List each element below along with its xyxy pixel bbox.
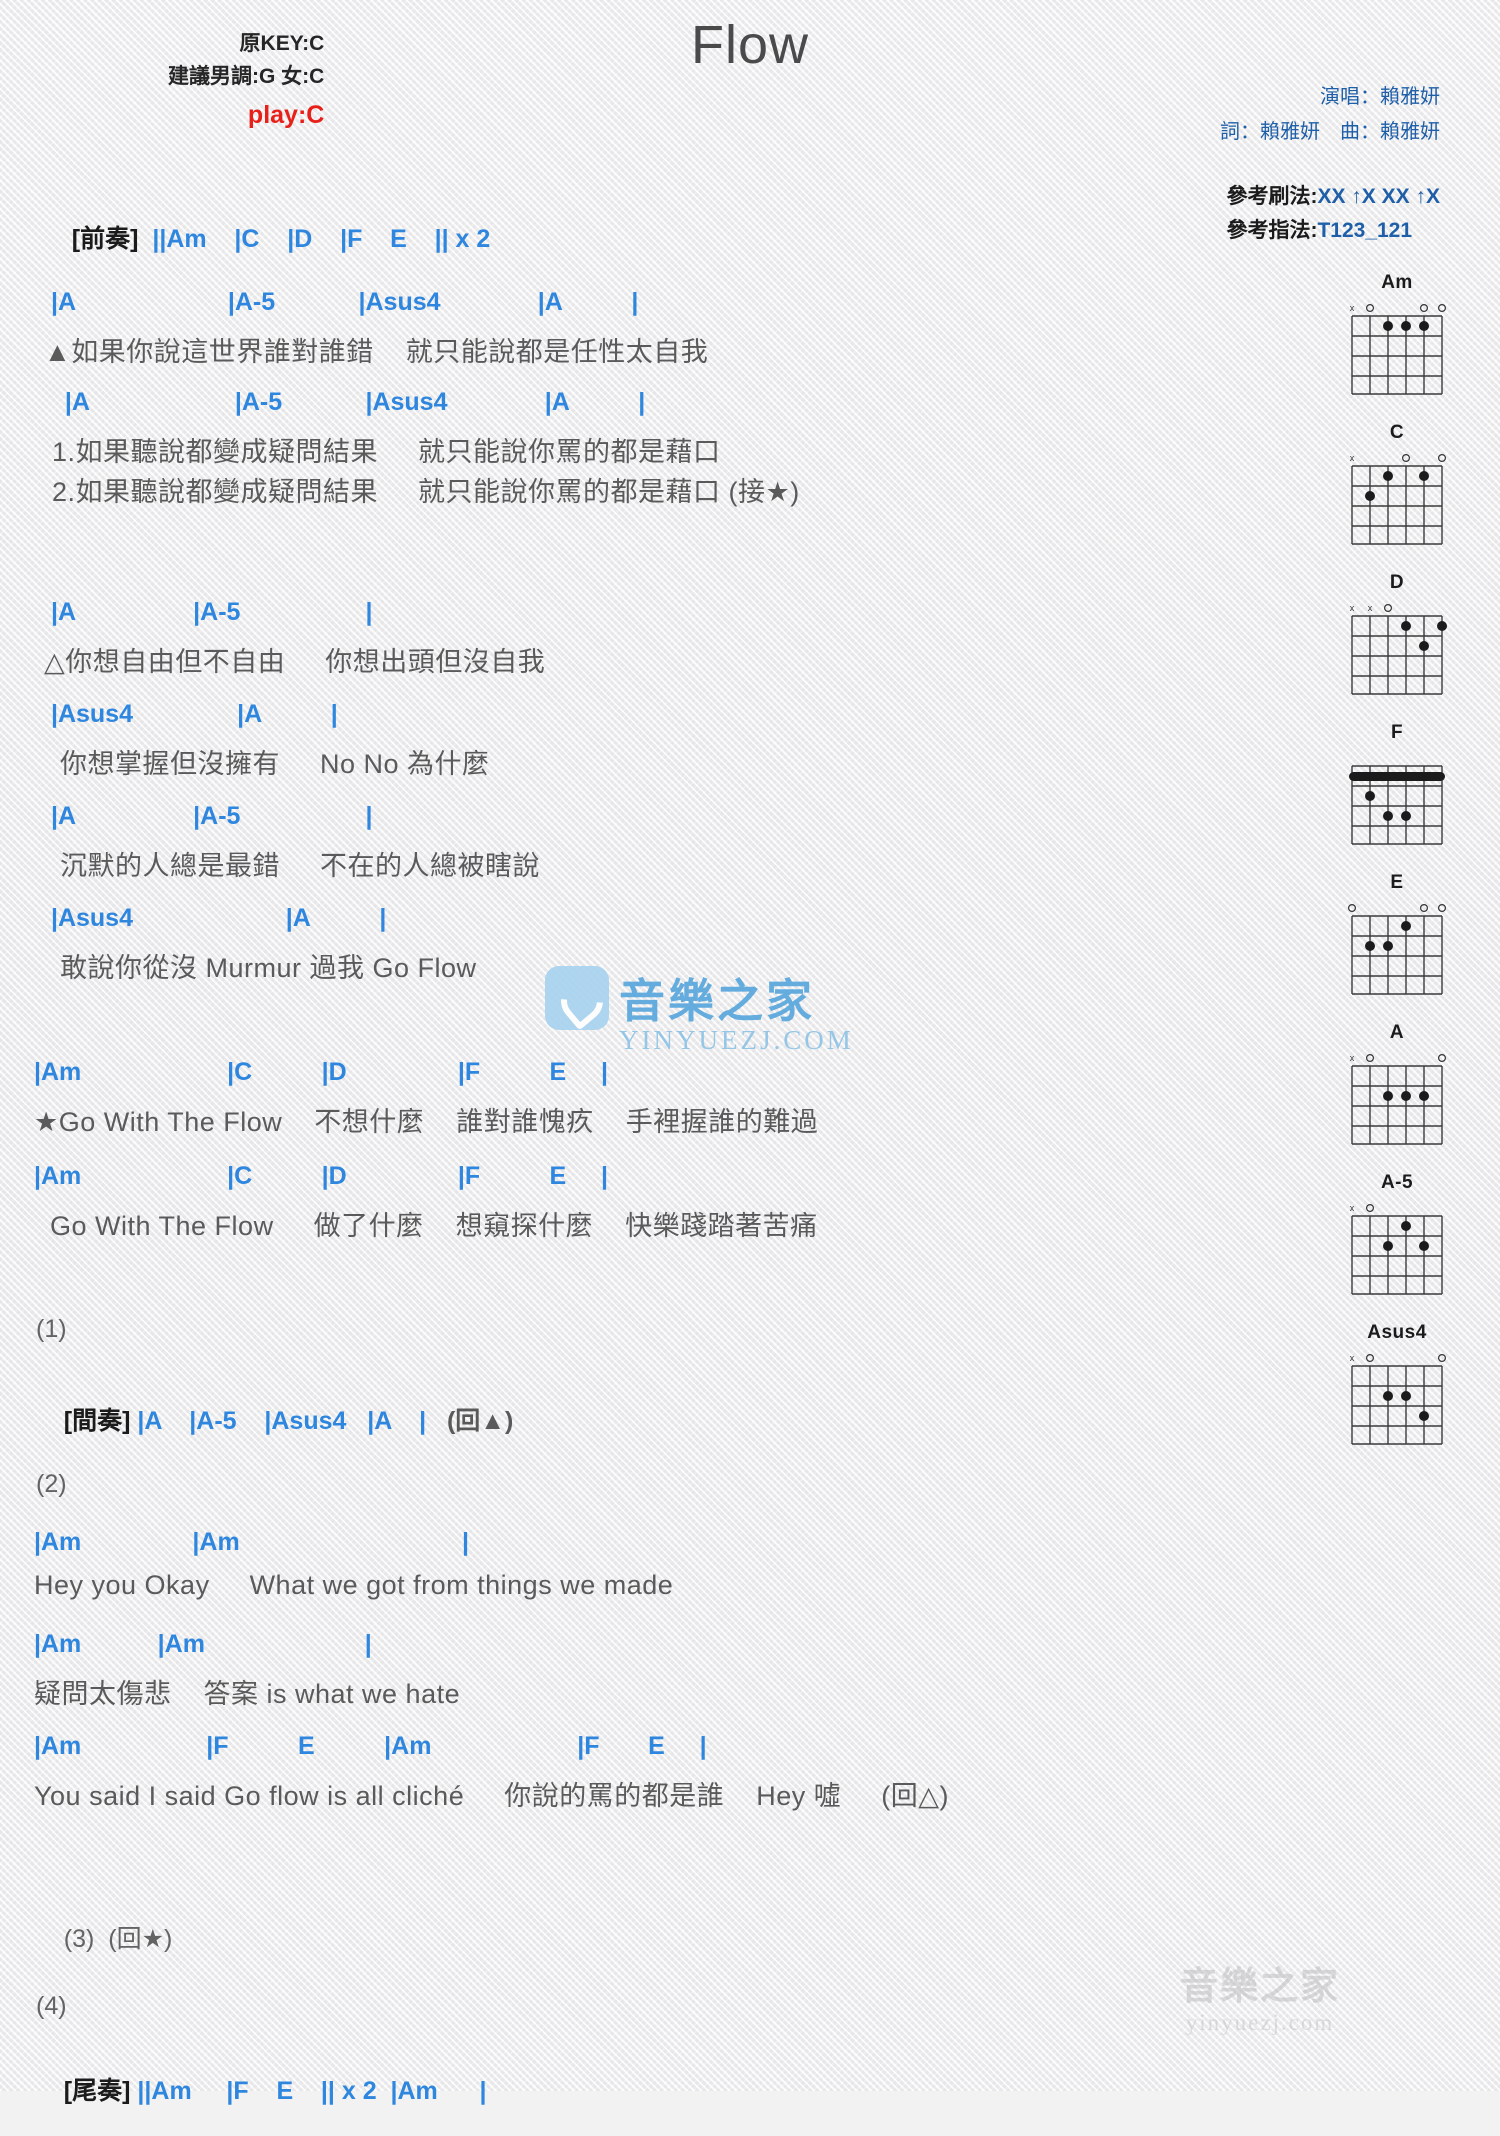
lyric-line: 2.如果聽說都變成疑問結果 就只能說你罵的都是藉口 (接★) xyxy=(44,477,800,507)
lyric-line: ▲如果你說這世界誰對誰錯 就只能說都是任性太自我 xyxy=(44,337,709,367)
part-4-label: (4) xyxy=(36,1992,67,2020)
chord-line: |Am |C |D |F E | xyxy=(34,1162,608,1190)
chord-diagram-label: D xyxy=(1389,572,1405,593)
finger-label: 參考指法: xyxy=(1226,218,1318,242)
svg-text:x: x xyxy=(1350,1053,1355,1063)
lyric-line: 疑問太傷悲 答案 is what we hate xyxy=(34,1679,461,1709)
finger-value: T123_121 xyxy=(1317,218,1413,242)
interlude-row: [間奏] |A |A-5 |Asus4 |A | (回▲) xyxy=(36,1372,514,1466)
chord-line: |Am |C |D |F E | xyxy=(34,1058,608,1086)
chord-diagram-label: A-5 xyxy=(1380,1172,1414,1193)
lyric-line: 敢說你從沒 Murmur 過我 Go Flow xyxy=(44,953,477,983)
svg-text:x: x xyxy=(1368,603,1373,613)
fretboard-grid xyxy=(1341,748,1453,848)
chord-diagram-label: Am xyxy=(1381,272,1413,293)
svg-text:x: x xyxy=(1350,303,1355,313)
part-1-label: (1) xyxy=(36,1315,67,1343)
part-3-repeat: (回★) xyxy=(108,1925,173,1953)
fretboard-grid: x xyxy=(1341,1198,1453,1298)
lyric-line: ★Go With The Flow 不想什麼 誰對誰愧疚 手裡握誰的難過 xyxy=(34,1107,819,1137)
chord-diagram-a-5: A-5 x xyxy=(1332,1172,1462,1298)
chord-line: |A |A-5 |Asus4 |A | xyxy=(44,288,639,316)
strum-pattern: 參考刷法:XX ↑X XX ↑X xyxy=(1226,180,1440,214)
chord-sheet: 原KEY:C 建議男調:G 女:C play:C Flow 演唱：賴雅妍 詞：賴… xyxy=(0,0,1500,2105)
part-3-label: (3) xyxy=(63,1925,95,1953)
watermark-bottom: 音樂之家 yinyuezj.com xyxy=(1180,1955,1340,2036)
outro-tag: [尾奏] xyxy=(63,2077,131,2105)
lyric-line: △你想自由但不自由 你想出頭但沒自我 xyxy=(44,647,546,677)
chord-line: |Am |Am | xyxy=(34,1630,372,1658)
lyric-line: You said I said Go flow is all cliché 你說… xyxy=(34,1781,949,1811)
finger-pattern: 參考指法:T123_121 xyxy=(1226,214,1440,248)
chord-diagram-label: A xyxy=(1389,1022,1405,1043)
lyric-line: 1.如果聽說都變成疑問結果 就只能說你罵的都是藉口 xyxy=(44,437,721,467)
interlude-repeat: (回▲) xyxy=(446,1407,514,1435)
page-title: Flow xyxy=(690,15,809,75)
part-2-label: (2) xyxy=(36,1470,67,1498)
chord-diagram-c: C x xyxy=(1332,422,1462,548)
svg-text:x: x xyxy=(1350,1353,1355,1363)
chord-line: |A |A-5 |Asus4 |A | xyxy=(44,388,646,416)
fretboard-grid: x xyxy=(1341,448,1453,548)
fretboard-grid: x xyxy=(1341,1348,1453,1448)
interlude-bars: |A |A-5 |Asus4 |A | xyxy=(137,1407,427,1435)
watermark-bottom-url: yinyuezj.com xyxy=(1185,2010,1335,2035)
chord-diagram-a: A x xyxy=(1332,1022,1462,1148)
intro-row: [前奏] ||Am |C |D |F E || x 2 xyxy=(44,190,490,284)
lyric-line: 你想掌握但沒擁有 No No 為什麼 xyxy=(44,749,490,779)
watermark-bottom-brand: 音樂之家 xyxy=(1180,1966,1341,2008)
chord-diagram-label: F xyxy=(1390,722,1404,743)
chord-diagram-d: D x x xyxy=(1332,572,1462,698)
chord-diagram-label: Asus4 xyxy=(1367,1322,1427,1343)
chord-line: |Asus4 |A | xyxy=(44,700,338,728)
chord-line: |Am |Am | xyxy=(34,1528,469,1556)
svg-text:x: x xyxy=(1350,603,1355,613)
play-key: play:C xyxy=(247,101,325,130)
outro-row: [尾奏] ||Am |F E || x 2 |Am | xyxy=(36,2042,487,2136)
singer-credit: 演唱：賴雅妍 xyxy=(1320,86,1440,108)
chord-diagram-f: F xyxy=(1332,722,1462,848)
svg-text:x: x xyxy=(1350,453,1355,463)
chord-line: |Asus4 |A | xyxy=(44,904,387,932)
chord-diagram-label: C xyxy=(1389,422,1405,443)
fretboard-grid: x xyxy=(1341,298,1453,398)
svg-text:x: x xyxy=(1350,1203,1355,1213)
chord-diagram-e: E xyxy=(1332,872,1462,998)
fretboard-grid xyxy=(1341,898,1453,998)
strum-value: XX ↑X XX ↑X xyxy=(1317,185,1440,208)
lyric-line: Go With The Flow 做了什麼 想窺探什麼 快樂踐踏著苦痛 xyxy=(34,1211,818,1241)
pattern-block: 參考刷法:XX ↑X XX ↑X 參考指法:T123_121 xyxy=(1226,180,1440,247)
chord-line: |Am |F E |Am |F E | xyxy=(34,1732,707,1760)
credits-block: 演唱：賴雅妍 詞：賴雅妍 曲：賴雅妍 xyxy=(1220,80,1440,150)
writer-credit: 詞：賴雅妍 曲：賴雅妍 xyxy=(1220,121,1440,143)
part-3-row: (3) (回★) xyxy=(36,1890,173,1984)
chord-diagram-column: Am x C x D x x F E A x A-5 x Asus4 x xyxy=(1332,272,1462,1472)
outro-bars: ||Am |F E || x 2 |Am | xyxy=(137,2077,487,2105)
intro-tag: [前奏] xyxy=(71,225,139,253)
chord-line: |A |A-5 | xyxy=(44,598,373,626)
interlude-tag: [間奏] xyxy=(63,1407,131,1435)
strum-label: 參考刷法: xyxy=(1226,185,1318,208)
fretboard-grid: x xyxy=(1341,1048,1453,1148)
chord-diagram-am: Am x xyxy=(1332,272,1462,398)
chord-diagram-asus4: Asus4 x xyxy=(1332,1322,1462,1448)
chord-line: |A |A-5 | xyxy=(44,802,373,830)
lyric-line: Hey you Okay What we got from things we … xyxy=(34,1570,674,1600)
lyric-line: 沉默的人總是最錯 不在的人總被瞎說 xyxy=(44,851,541,881)
chord-diagram-label: E xyxy=(1390,872,1404,893)
intro-bars: ||Am |C |D |F E || x 2 xyxy=(152,225,491,253)
fretboard-grid: x x xyxy=(1341,598,1453,698)
